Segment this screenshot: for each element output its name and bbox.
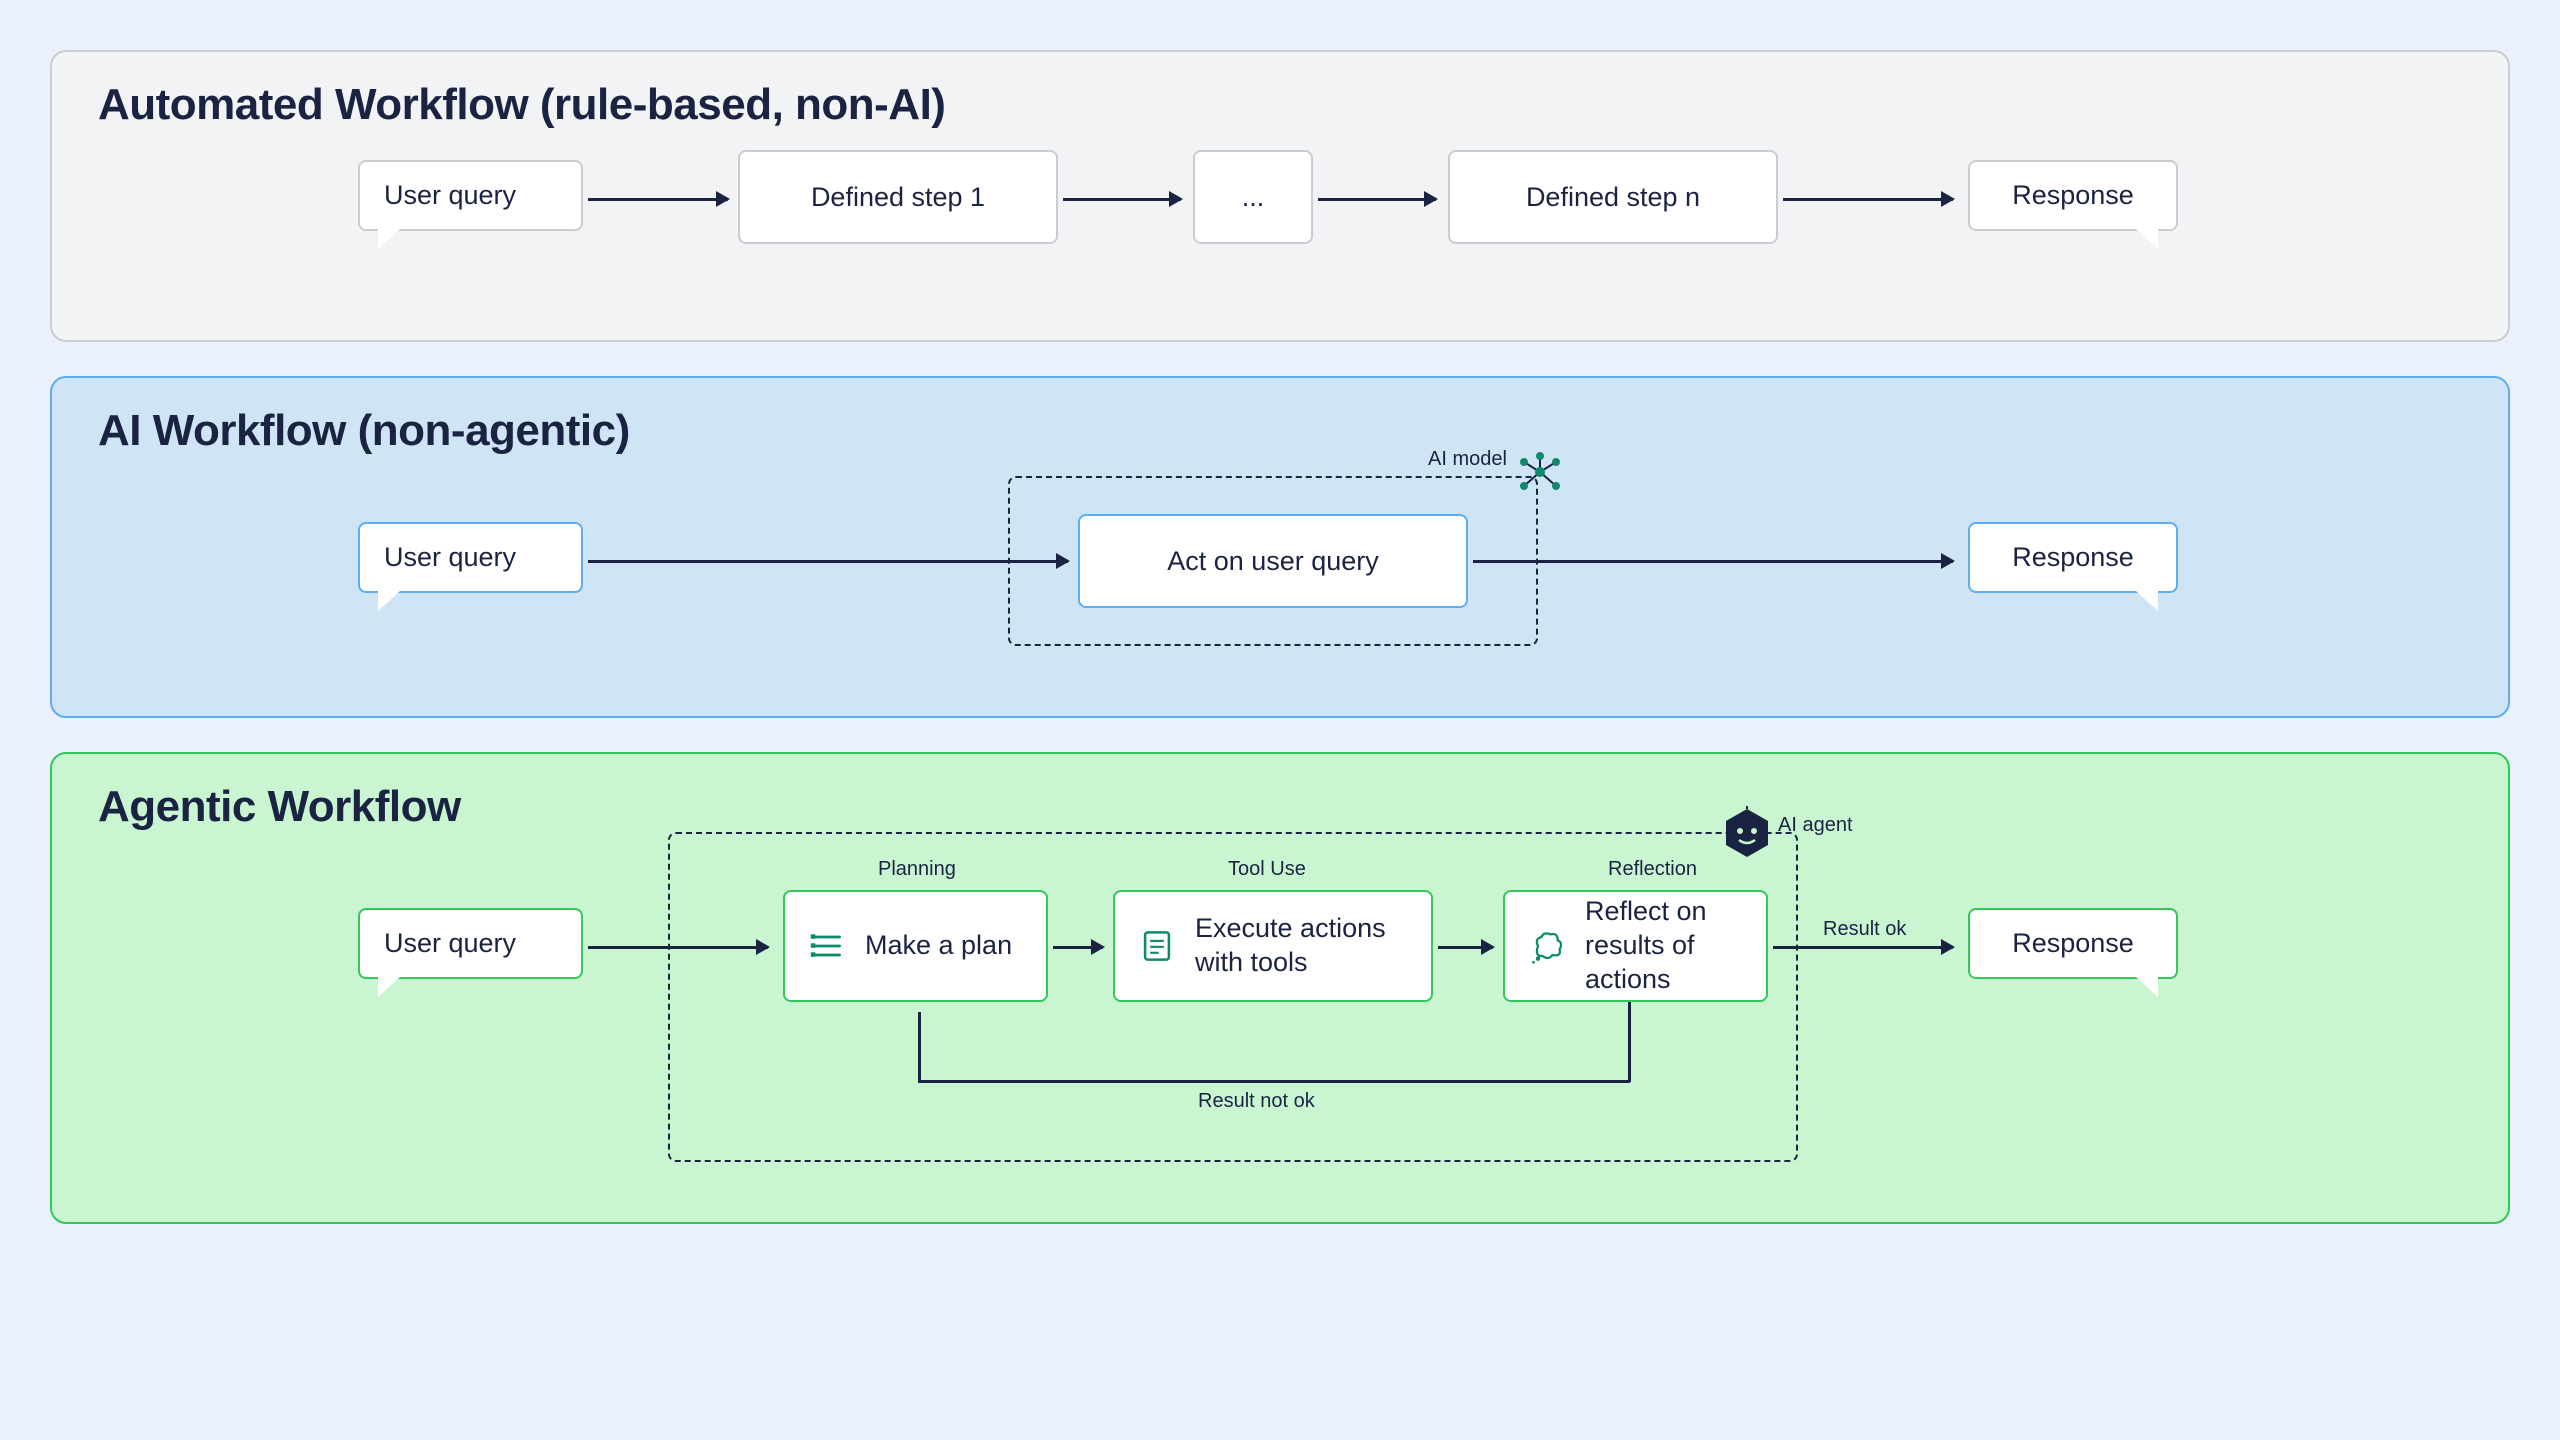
arrow-icon <box>918 1012 921 1082</box>
label-tooluse: Tool Use <box>1228 858 1306 881</box>
panel-title-automated: Automated Workflow (rule-based, non-AI) <box>98 80 2462 130</box>
panel-agentic: Agentic Workflow User query AI agent Pla… <box>50 752 2510 1224</box>
thought-icon <box>1527 926 1567 966</box>
document-icon <box>1137 926 1177 966</box>
network-icon <box>1516 452 1564 500</box>
label-planning: Planning <box>878 858 956 881</box>
arrow-icon <box>1473 560 1953 563</box>
panel-automated: Automated Workflow (rule-based, non-AI) … <box>50 50 2510 342</box>
arrow-icon <box>1063 198 1181 201</box>
label-result-not-ok: Result not ok <box>1198 1090 1315 1113</box>
agent-icon <box>1720 806 1774 860</box>
arrow-icon <box>588 198 728 201</box>
flow-ai: User query AI model Act on user que <box>98 476 2462 676</box>
flow-automated: User query Defined step 1 ... Defined st… <box>98 150 2462 300</box>
box-plan: Make a plan <box>783 890 1048 1002</box>
bubble-user-query-1: User query <box>358 160 583 231</box>
box-exec: Execute actions with tools <box>1113 890 1433 1002</box>
loop-line <box>918 1080 1630 1083</box>
box-act: Act on user query <box>1078 514 1468 608</box>
bubble-response-1: Response <box>1968 160 2178 231</box>
list-icon <box>807 926 847 966</box>
panel-ai-workflow: AI Workflow (non-agentic) User query AI … <box>50 376 2510 718</box>
box-step1: Defined step 1 <box>738 150 1058 244</box>
panel-title-ai: AI Workflow (non-agentic) <box>98 406 2462 456</box>
arrow-icon <box>1438 946 1493 949</box>
label-ai-agent: AI agent <box>1778 814 1853 837</box>
flow-agentic: User query AI agent Planning Make a plan <box>98 852 2462 1182</box>
label-ai-model: AI model <box>1428 448 1507 471</box>
bubble-user-query-3: User query <box>358 908 583 979</box>
label-reflection: Reflection <box>1608 858 1697 881</box>
loop-line <box>1628 1002 1631 1082</box>
arrow-icon <box>1783 198 1953 201</box>
user-query-text: User query <box>384 180 516 210</box>
arrow-icon <box>1053 946 1103 949</box>
arrow-icon <box>588 560 1068 563</box>
box-reflect: Reflect on results of actions <box>1503 890 1768 1002</box>
box-ellipsis: ... <box>1193 150 1313 244</box>
bubble-response-2: Response <box>1968 522 2178 593</box>
bubble-response-3: Response <box>1968 908 2178 979</box>
label-result-ok: Result ok <box>1823 918 1906 941</box>
arrow-icon <box>1773 946 1953 949</box>
panel-title-agentic: Agentic Workflow <box>98 782 2462 832</box>
arrow-icon <box>1318 198 1436 201</box>
bubble-user-query-2: User query <box>358 522 583 593</box>
box-stepn: Defined step n <box>1448 150 1778 244</box>
